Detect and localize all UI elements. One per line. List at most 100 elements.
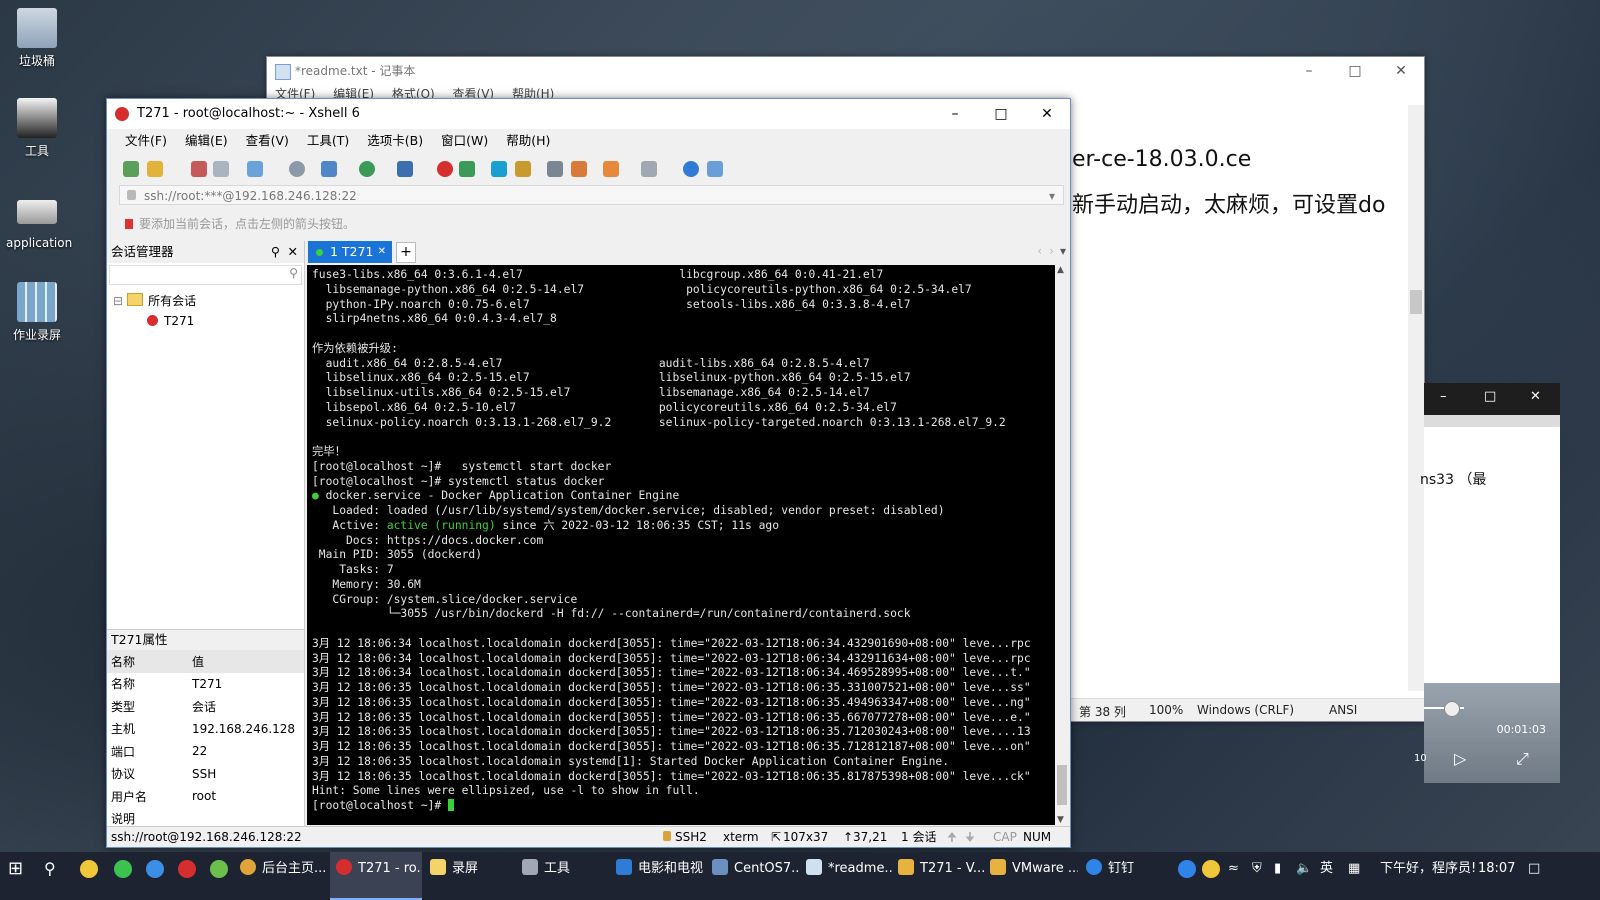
menu-tabs[interactable]: 选项卡(B) (367, 133, 423, 148)
tab-list-icon[interactable]: ▾ (1060, 244, 1066, 258)
xshell-icon[interactable] (437, 161, 453, 177)
chat-icon[interactable] (707, 161, 723, 177)
desktop-icon-tools[interactable]: 工具 (6, 98, 68, 159)
taskbar-item-tools[interactable]: 工具 (522, 852, 602, 900)
battery-icon[interactable]: ▮ (1274, 852, 1294, 900)
ime-grid-icon[interactable]: ▦ (1348, 852, 1368, 900)
keyboard-icon[interactable] (547, 161, 563, 177)
maximize-button[interactable]: □ (1484, 389, 1496, 404)
taskbar-item-browser[interactable]: 后台主页... (240, 852, 326, 900)
close-icon[interactable]: ✕ (288, 241, 298, 263)
open-folder-icon[interactable] (147, 161, 163, 177)
terminal-scrollbar[interactable]: ▲ ▼ (1055, 265, 1069, 825)
volume-icon[interactable]: 🔈 (1296, 852, 1316, 900)
taskbar-item-xshell[interactable]: T271 - ro... (330, 852, 422, 900)
address-bar[interactable]: ssh://root:***@192.168.246.128:22 ▾ (119, 185, 1064, 205)
minimize-button[interactable]: – (1440, 389, 1447, 404)
minimize-button[interactable]: – (932, 99, 978, 129)
taskbar-item-movies[interactable]: 电影和电视 (616, 852, 706, 900)
progress-handle[interactable] (1444, 701, 1460, 717)
search-icon[interactable]: ⚲ (289, 266, 298, 280)
tray-qq-icon[interactable] (1202, 860, 1220, 878)
maximize-button[interactable]: □ (978, 99, 1024, 129)
highlight-icon[interactable] (571, 161, 587, 177)
browser-icon[interactable] (210, 860, 228, 878)
add-tab-button[interactable]: + (396, 242, 416, 263)
tab-scroll-right-icon[interactable]: › (1049, 244, 1054, 258)
notepad-titlebar[interactable]: *readme.txt - 记事本 – □ ✕ (267, 57, 1424, 85)
lock-icon[interactable] (515, 161, 531, 177)
clock[interactable]: 18:07 (1478, 852, 1518, 900)
arrow-down-icon[interactable]: 🠋 (965, 827, 975, 847)
notepad-scrollbar[interactable] (1408, 105, 1424, 691)
minimize-button[interactable]: – (1286, 57, 1332, 85)
connect-icon[interactable] (191, 161, 207, 177)
menu-tools[interactable]: 工具(T) (307, 133, 349, 148)
transfer-icon[interactable] (321, 161, 337, 177)
taskbar-item-vmware-t271[interactable]: T271 - V... (898, 852, 984, 900)
desktop-icon-recycle-bin[interactable]: 垃圾桶 (6, 8, 68, 69)
font-icon[interactable] (397, 161, 413, 177)
qq-icon[interactable] (80, 860, 98, 878)
help-icon[interactable] (683, 161, 699, 177)
close-tab-icon[interactable]: ✕ (378, 241, 386, 263)
layout-icon[interactable] (641, 161, 657, 177)
menu-help[interactable]: 帮助(H) (506, 133, 550, 148)
ime-indicator[interactable]: 英 (1320, 852, 1342, 900)
bookmark-icon[interactable] (125, 219, 133, 229)
fullscreen-icon[interactable]: ⤢ (1516, 749, 1529, 769)
desktop-icon-application[interactable]: application (6, 192, 72, 250)
disconnect-icon[interactable] (213, 161, 229, 177)
rewind-button[interactable]: 10 (1414, 753, 1427, 764)
tab-scroll-left-icon[interactable]: ‹ (1037, 244, 1042, 258)
start-icon[interactable]: ⊞ (8, 852, 32, 900)
tree-item-t271[interactable]: T271 (113, 311, 304, 331)
new-session-icon[interactable] (123, 161, 139, 177)
menu-file[interactable]: 文件(F) (125, 133, 167, 148)
notepad-text-area[interactable]: er-ce-18.03.0.ce 新手动启动，太麻烦，可设置do (1072, 137, 1412, 229)
xftp-icon[interactable] (459, 161, 475, 177)
close-button[interactable]: ✕ (1378, 57, 1424, 85)
close-button[interactable]: ✕ (1024, 99, 1070, 129)
scroll-thumb[interactable] (1410, 290, 1422, 314)
tray-dingtalk-icon[interactable] (1178, 860, 1196, 878)
tree-item-all-sessions[interactable]: ⊟ 所有会话 (113, 291, 304, 311)
taskbar-item-notepad[interactable]: *readme.... (806, 852, 892, 900)
properties-icon[interactable] (247, 161, 263, 177)
menu-window[interactable]: 窗口(W) (441, 133, 488, 148)
close-button[interactable]: ✕ (1530, 389, 1541, 404)
xshell-window[interactable]: T271 - root@localhost:~ - Xshell 6 – □ ✕… (106, 98, 1071, 848)
menu-edit[interactable]: 编辑(E) (185, 133, 228, 148)
maximize-button[interactable]: □ (1332, 57, 1378, 85)
collapse-icon[interactable]: ⊟ (113, 294, 123, 308)
globe-icon[interactable] (359, 161, 375, 177)
scroll-down-icon[interactable]: ▼ (1057, 815, 1064, 825)
wechat-icon[interactable] (114, 860, 132, 878)
terminal-output[interactable]: fuse3-libs.x86_64 0:3.6.1-4.el7 libcgrou… (307, 265, 1055, 825)
scroll-up-icon[interactable]: ▲ (1057, 265, 1064, 275)
session-search-input[interactable]: ⚲ (109, 265, 302, 285)
pin-icon[interactable]: ⚲ (271, 241, 280, 263)
weibo-icon[interactable] (178, 860, 196, 878)
menu-view[interactable]: 查看(V) (246, 133, 289, 148)
arrow-up-icon[interactable]: 🠉 (947, 827, 957, 847)
media-player-window[interactable]: – □ ✕ ns33 （最 00:01:03 10 ▷ 30 ⤢ (1414, 383, 1560, 783)
desktop-icon-recordings[interactable]: 作业录屏 (6, 282, 68, 343)
taskbar-item-dingtalk[interactable]: 钉钉 (1086, 852, 1166, 900)
xshell-titlebar[interactable]: T271 - root@localhost:~ - Xshell 6 – □ ✕ (107, 99, 1070, 129)
wifi-icon[interactable]: ≈ (1228, 852, 1248, 900)
notification-icon[interactable]: □ (1528, 852, 1548, 900)
scroll-thumb[interactable] (1057, 765, 1067, 805)
taskbar-item-vmware[interactable]: VMware ... (990, 852, 1078, 900)
play-icon[interactable]: ▷ (1454, 749, 1466, 768)
taskbar-item-recordings[interactable]: 录屏 (430, 852, 510, 900)
tab-t271[interactable]: 1 T271 ✕ (308, 241, 392, 263)
taskbar-item-centos[interactable]: CentOS7... (712, 852, 800, 900)
fullscreen-icon[interactable] (491, 161, 507, 177)
shield-icon[interactable]: ⛨ (1252, 852, 1272, 900)
compose-icon[interactable] (603, 161, 619, 177)
feather-icon[interactable] (146, 860, 164, 878)
search-icon[interactable]: ⚲ (44, 852, 68, 900)
search-icon[interactable] (289, 161, 305, 177)
media-titlebar[interactable]: – □ ✕ (1424, 383, 1560, 415)
